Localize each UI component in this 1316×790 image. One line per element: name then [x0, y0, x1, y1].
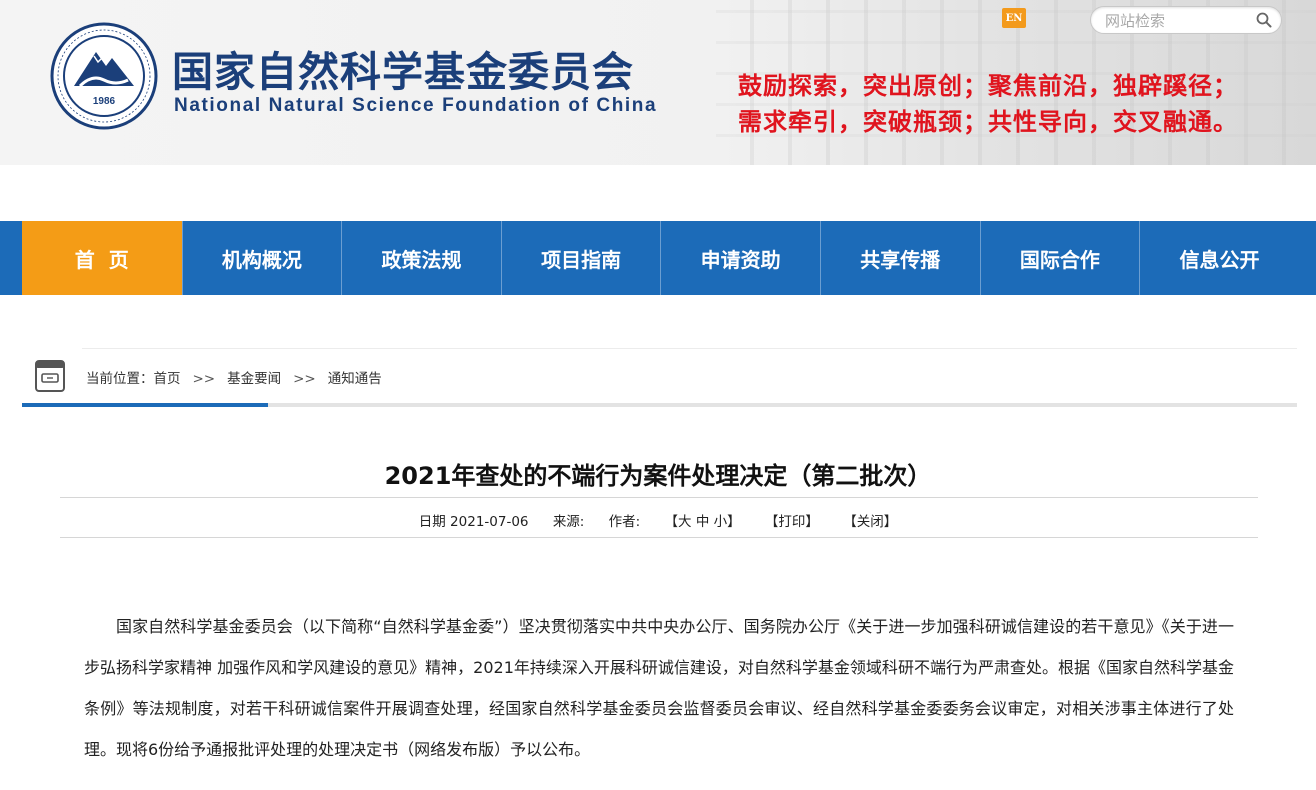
breadcrumb-trail: 当前位置：首页 >> 基金要闻 >> 通知通告 [86, 367, 382, 387]
english-version-button[interactable]: EN [1002, 8, 1026, 28]
nav-item-international[interactable]: 国际合作 [979, 221, 1140, 295]
nav-item-home[interactable]: 首页 [22, 221, 182, 295]
breadcrumb-separator: >> [293, 371, 316, 387]
breadcrumb-separator: >> [192, 371, 216, 387]
header-banner: 1986 国家自然科学基金委员会 National Natural Scienc… [0, 0, 1316, 165]
title-divider [60, 497, 1258, 498]
nav-item-about[interactable]: 机构概况 [181, 221, 342, 295]
nav-item-policies[interactable]: 政策法规 [341, 221, 501, 295]
site-search [1090, 6, 1282, 34]
search-input[interactable] [1105, 11, 1255, 31]
article-date: 日期 2021-07-06 [418, 514, 529, 530]
nav-item-share[interactable]: 共享传播 [819, 221, 980, 295]
nav-item-disclosure[interactable]: 信息公开 [1139, 221, 1299, 295]
breadcrumb-underline-accent [22, 403, 268, 407]
article-author: 作者: [608, 514, 641, 530]
article-meta: 日期 2021-07-06 来源: 作者: 【大 中 小】 【打印】 【关闭】 [0, 510, 1316, 530]
search-icon[interactable] [1255, 11, 1273, 29]
slogan: 鼓励探索，突出原创；聚焦前沿，独辟蹊径； 需求牵引，突破瓶颈；共性导向，交叉融通… [738, 68, 1238, 140]
breadcrumb-top-divider [82, 348, 1297, 349]
org-name-en[interactable]: National Natural Science Foundation of C… [174, 95, 657, 117]
nav-item-apply[interactable]: 申请资助 [660, 221, 820, 295]
meta-divider [60, 537, 1258, 538]
svg-text:1986: 1986 [93, 96, 116, 107]
nav-left-strip [0, 221, 22, 295]
nav-item-guides[interactable]: 项目指南 [500, 221, 661, 295]
slogan-line-1: 鼓励探索，突出原创；聚焦前沿，独辟蹊径； [738, 71, 1238, 100]
article-source: 来源: [552, 514, 585, 530]
nsfc-seal-logo[interactable]: 1986 [50, 22, 158, 130]
print-button[interactable]: 【打印】 [765, 514, 819, 530]
article-paragraph: 国家自然科学基金委员会（以下简称“自然科学基金委”）坚决贯彻落实中共中央办公厅、… [84, 617, 1234, 759]
slogan-line-2: 需求牵引，突破瓶颈；共性导向，交叉融通。 [738, 107, 1238, 136]
close-button[interactable]: 【关闭】 [843, 514, 897, 530]
main-nav: 首页 机构概况 政策法规 项目指南 申请资助 共享传播 国际合作 信息公开 [22, 221, 1316, 295]
breadcrumb: 当前位置：首页 >> 基金要闻 >> 通知通告 [22, 348, 1297, 408]
location-folder-icon [35, 360, 65, 392]
breadcrumb-link-notices[interactable]: 通知通告 [328, 371, 382, 387]
article-title: 2021年查处的不端行为案件处理决定（第二批次） [384, 462, 932, 490]
breadcrumb-link-home[interactable]: 首页 [154, 371, 181, 387]
font-size-toggle[interactable]: 【大 中 小】 [665, 514, 741, 530]
breadcrumb-link-news[interactable]: 基金要闻 [227, 371, 281, 387]
org-name-cn[interactable]: 国家自然科学基金委员会 [172, 38, 634, 98]
breadcrumb-underline [22, 403, 1297, 407]
breadcrumb-prefix: 当前位置： [86, 371, 154, 387]
article-body: 国家自然科学基金委员会（以下简称“自然科学基金委”）坚决贯彻落实中共中央办公厅、… [84, 606, 1234, 770]
